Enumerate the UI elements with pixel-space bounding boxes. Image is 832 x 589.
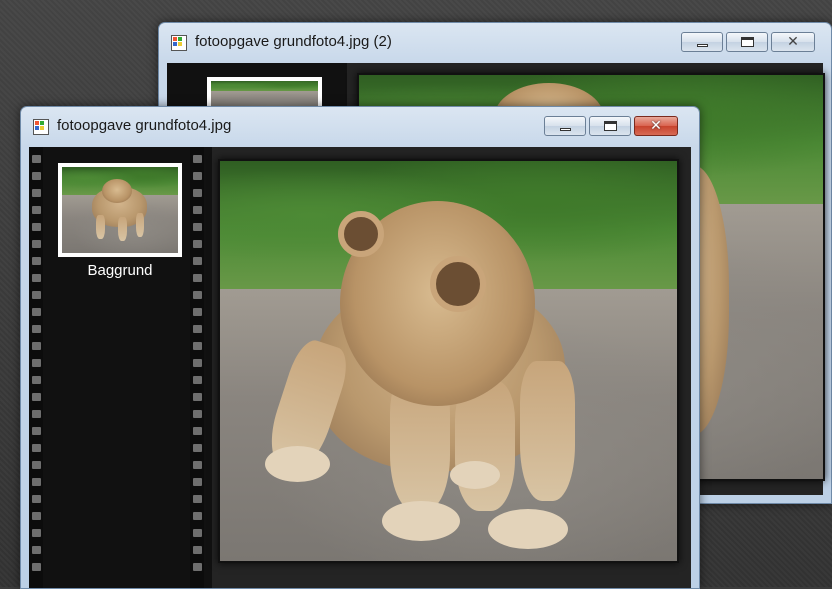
filmstrip-sprockets-right bbox=[190, 147, 204, 588]
window-title: fotoopgave grundfoto4.jpg (2) bbox=[195, 33, 392, 50]
sprocket-hole bbox=[193, 155, 202, 163]
sprocket-hole bbox=[32, 308, 41, 316]
caption-buttons: ✕ bbox=[544, 116, 678, 136]
sprocket-hole bbox=[193, 563, 202, 571]
maximize-icon bbox=[741, 37, 754, 47]
sprocket-hole bbox=[193, 546, 202, 554]
sprocket-hole bbox=[193, 325, 202, 333]
sprocket-hole bbox=[32, 359, 41, 367]
sprocket-hole bbox=[32, 155, 41, 163]
sprocket-hole bbox=[193, 444, 202, 452]
minimize-icon bbox=[560, 128, 571, 131]
sprocket-hole bbox=[193, 512, 202, 520]
sprocket-hole bbox=[193, 495, 202, 503]
sprocket-hole bbox=[32, 495, 41, 503]
window-title: fotoopgave grundfoto4.jpg bbox=[57, 117, 232, 134]
title-bar[interactable]: fotoopgave grundfoto4.jpg (2) ✕ bbox=[159, 23, 831, 61]
sprocket-hole bbox=[193, 427, 202, 435]
thumbnail-image bbox=[62, 167, 178, 253]
sprocket-hole bbox=[32, 342, 41, 350]
sprocket-hole bbox=[193, 308, 202, 316]
sprocket-hole bbox=[193, 461, 202, 469]
layer-filmstrip: Baggrund bbox=[29, 147, 212, 588]
filmstrip-sprockets-left bbox=[29, 147, 43, 588]
minimize-button[interactable] bbox=[544, 116, 586, 136]
maximize-button[interactable] bbox=[589, 116, 631, 136]
close-icon: ✕ bbox=[650, 118, 662, 134]
sprocket-hole bbox=[193, 291, 202, 299]
sprocket-hole bbox=[32, 563, 41, 571]
app-icon bbox=[33, 119, 49, 135]
sprocket-hole bbox=[32, 325, 41, 333]
sprocket-hole bbox=[32, 189, 41, 197]
layer-thumbnail[interactable] bbox=[58, 163, 182, 257]
sprocket-hole bbox=[193, 342, 202, 350]
sprocket-hole bbox=[193, 206, 202, 214]
sprocket-hole bbox=[193, 410, 202, 418]
sprocket-hole bbox=[32, 546, 41, 554]
sprocket-hole bbox=[32, 393, 41, 401]
sprocket-hole bbox=[193, 223, 202, 231]
caption-buttons: ✕ bbox=[681, 32, 815, 52]
close-icon: ✕ bbox=[787, 34, 799, 50]
sprocket-hole bbox=[32, 274, 41, 282]
sprocket-hole bbox=[193, 478, 202, 486]
layer-label: Baggrund bbox=[87, 262, 153, 279]
sprocket-hole bbox=[32, 410, 41, 418]
sprocket-hole bbox=[193, 172, 202, 180]
sprocket-hole bbox=[32, 257, 41, 265]
photo-canvas[interactable] bbox=[218, 159, 679, 563]
sprocket-hole bbox=[193, 359, 202, 367]
sprocket-hole bbox=[193, 393, 202, 401]
close-button[interactable]: ✕ bbox=[771, 32, 815, 52]
sprocket-hole bbox=[32, 427, 41, 435]
sprocket-hole bbox=[193, 257, 202, 265]
sprocket-hole bbox=[32, 461, 41, 469]
sprocket-hole bbox=[32, 206, 41, 214]
sprocket-hole bbox=[32, 376, 41, 384]
document-window-front[interactable]: fotoopgave grundfoto4.jpg ✕ Baggrund bbox=[20, 106, 700, 589]
canvas-area bbox=[212, 147, 691, 588]
sprocket-hole bbox=[32, 223, 41, 231]
title-bar[interactable]: fotoopgave grundfoto4.jpg ✕ bbox=[21, 107, 699, 145]
sprocket-hole bbox=[32, 172, 41, 180]
window-client: Baggrund bbox=[29, 147, 691, 588]
sprocket-hole bbox=[32, 478, 41, 486]
sprocket-hole bbox=[193, 529, 202, 537]
sprocket-hole bbox=[193, 189, 202, 197]
minimize-icon bbox=[697, 44, 708, 47]
maximize-button[interactable] bbox=[726, 32, 768, 52]
app-icon bbox=[171, 35, 187, 51]
sprocket-hole bbox=[32, 240, 41, 248]
sprocket-hole bbox=[193, 240, 202, 248]
sprocket-hole bbox=[32, 529, 41, 537]
close-button[interactable]: ✕ bbox=[634, 116, 678, 136]
maximize-icon bbox=[604, 121, 617, 131]
sprocket-hole bbox=[32, 444, 41, 452]
sprocket-hole bbox=[193, 376, 202, 384]
minimize-button[interactable] bbox=[681, 32, 723, 52]
sprocket-hole bbox=[32, 512, 41, 520]
sprocket-hole bbox=[32, 291, 41, 299]
sprocket-hole bbox=[193, 274, 202, 282]
